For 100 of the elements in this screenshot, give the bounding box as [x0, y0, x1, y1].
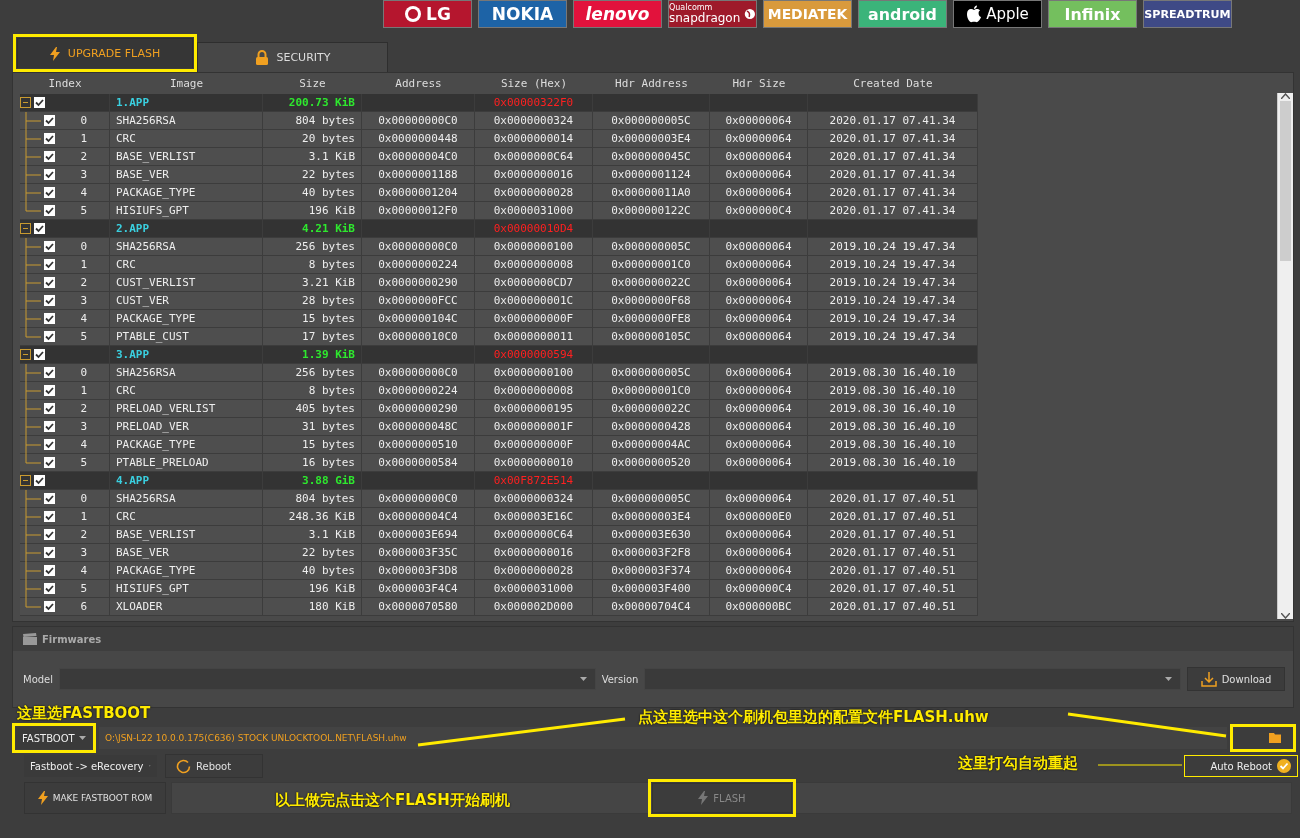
- tree-line: [25, 363, 41, 382]
- column-header[interactable]: Hdr Size: [710, 73, 808, 94]
- caret-icon: [79, 736, 86, 740]
- caret-icon: [1165, 677, 1172, 681]
- checkbox[interactable]: [44, 583, 55, 594]
- lightning-icon: [698, 791, 709, 805]
- tree-line: [25, 399, 41, 418]
- download-button[interactable]: Download: [1187, 667, 1285, 691]
- scroll-up-icon[interactable]: [1281, 93, 1290, 99]
- table-cell: 0x00000704C4: [593, 598, 710, 616]
- tree-line: [25, 417, 41, 436]
- field-label: Version: [601, 673, 639, 685]
- checkbox[interactable]: [44, 331, 55, 342]
- checkbox[interactable]: [44, 403, 55, 414]
- checkbox[interactable]: [44, 295, 55, 306]
- scroll-down-icon[interactable]: [1281, 613, 1290, 619]
- tree-line: [25, 237, 41, 256]
- checkbox[interactable]: [44, 115, 55, 126]
- checkbox[interactable]: [34, 223, 45, 234]
- checkbox[interactable]: [44, 187, 55, 198]
- checkbox[interactable]: [44, 511, 55, 522]
- tree-line: [25, 147, 41, 166]
- checkbox[interactable]: [44, 385, 55, 396]
- column-header[interactable]: Hdr Address: [593, 73, 710, 94]
- tree-line: [25, 165, 41, 184]
- checkbox[interactable]: [44, 529, 55, 540]
- tree-line: [25, 561, 41, 580]
- row-index: 1: [80, 258, 87, 271]
- checkbox[interactable]: [44, 565, 55, 576]
- brand-logo[interactable]: Qualcomm snapdragon: [668, 0, 757, 28]
- column-header[interactable]: Index: [20, 73, 110, 94]
- row-index: 0: [80, 240, 87, 253]
- row-index: 6: [80, 600, 87, 613]
- brand-name: lenovo: [585, 4, 650, 24]
- row-index: 4: [80, 186, 87, 199]
- checkbox[interactable]: [44, 133, 55, 144]
- checkbox[interactable]: [44, 169, 55, 180]
- clapperboard-icon: [23, 633, 37, 645]
- brand-logo[interactable]: SPREADTRUM: [1143, 0, 1232, 28]
- checkbox[interactable]: [44, 259, 55, 270]
- file-path-field[interactable]: O:\JSN-L22 10.0.0.175(C636) STOCK UNLOCKTOOL.NET\FLASH.uhw: [99, 727, 1227, 749]
- checkbox[interactable]: [44, 205, 55, 216]
- brand-name: snapdragon: [669, 12, 741, 24]
- row-index: 3: [80, 546, 87, 559]
- brand-name: LG: [426, 4, 451, 24]
- column-header[interactable]: Address: [362, 73, 475, 94]
- collapse-icon[interactable]: [20, 349, 31, 360]
- checkbox[interactable]: [44, 547, 55, 558]
- checkbox[interactable]: [44, 241, 55, 252]
- row-index: 2: [80, 402, 87, 415]
- checkbox[interactable]: [34, 97, 45, 108]
- brand-logo[interactable]: LG: [383, 0, 472, 28]
- checkbox[interactable]: [44, 151, 55, 162]
- checkbox[interactable]: [44, 439, 55, 450]
- brand-name: Qualcomm: [669, 4, 713, 12]
- checkbox[interactable]: [44, 457, 55, 468]
- tree-line: [25, 129, 41, 148]
- tree-line: [25, 525, 41, 544]
- checkbox[interactable]: [34, 349, 45, 360]
- tree-line: [25, 111, 41, 130]
- column-header[interactable]: Size: [263, 73, 362, 94]
- checkbox[interactable]: [44, 601, 55, 612]
- tree-line: [25, 255, 41, 274]
- tab[interactable]: UPGRADE FLASH: [17, 38, 193, 68]
- brand-logo[interactable]: lenovo: [573, 0, 662, 28]
- tree-line: [25, 291, 41, 310]
- make-rom-button[interactable]: MAKE FASTBOOT ROM: [24, 782, 166, 814]
- brand-logo[interactable]: Apple: [953, 0, 1042, 28]
- table-cell: 2020.01.17 07.40.51: [808, 598, 978, 616]
- checkbox[interactable]: [44, 493, 55, 504]
- reboot-icon: [176, 758, 191, 774]
- tree-line: [25, 507, 41, 526]
- checkbox[interactable]: [44, 421, 55, 432]
- checkbox[interactable]: [44, 277, 55, 288]
- lg-icon: [404, 5, 423, 23]
- row-index: 4: [80, 312, 87, 325]
- scrollbar[interactable]: [1277, 93, 1293, 619]
- checkbox[interactable]: [44, 367, 55, 378]
- checkbox[interactable]: [34, 475, 45, 486]
- download-icon: [1200, 671, 1217, 687]
- collapse-icon[interactable]: [20, 475, 31, 486]
- column-header[interactable]: Size (Hex): [475, 73, 593, 94]
- brand-name: NOKIA: [491, 4, 554, 24]
- row-index: 3: [80, 420, 87, 433]
- panel-title: Firmwares: [42, 633, 102, 645]
- tree-line: [25, 543, 41, 562]
- apple-icon: [966, 5, 983, 23]
- collapse-icon[interactable]: [20, 97, 31, 108]
- row-index: 0: [80, 366, 87, 379]
- row-index: 3: [80, 168, 87, 181]
- column-header[interactable]: Created Date: [808, 73, 978, 94]
- field-label: Model: [23, 673, 54, 685]
- collapse-icon[interactable]: [20, 223, 31, 234]
- row-index: 1: [80, 510, 87, 523]
- checkbox[interactable]: [44, 313, 55, 324]
- column-header[interactable]: Image: [110, 73, 263, 94]
- brand-logo[interactable]: NOKIA: [478, 0, 567, 28]
- tab[interactable]: SECURITY: [197, 42, 388, 72]
- reboot-button[interactable]: Reboot: [165, 754, 263, 778]
- scroll-thumb[interactable]: [1280, 101, 1291, 261]
